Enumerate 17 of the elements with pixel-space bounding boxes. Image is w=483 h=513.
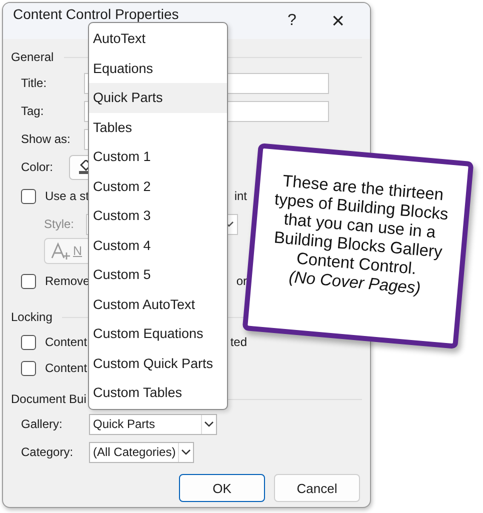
field-label: Category:	[21, 445, 74, 459]
field-label: Title:	[21, 76, 48, 90]
group-heading: Document Bui	[11, 392, 88, 406]
field-label: Show as:	[21, 132, 72, 146]
group-heading: General	[11, 50, 55, 64]
group-heading: Locking	[11, 310, 54, 324]
checkbox-label: Content	[45, 335, 88, 349]
window-title: Content Control Properties	[13, 6, 180, 22]
field-label: Color:	[21, 160, 54, 174]
checkbox-label: ted	[230, 335, 247, 349]
checkbox-label: Remove	[45, 274, 90, 288]
checkbox-label: Use a st	[45, 189, 90, 203]
checkbox-label: int	[234, 189, 247, 203]
field-label: Style:	[44, 217, 76, 231]
checkbox-label: Content	[45, 361, 88, 375]
field-label: Tag:	[21, 104, 45, 118]
field-label: Gallery:	[21, 417, 64, 431]
